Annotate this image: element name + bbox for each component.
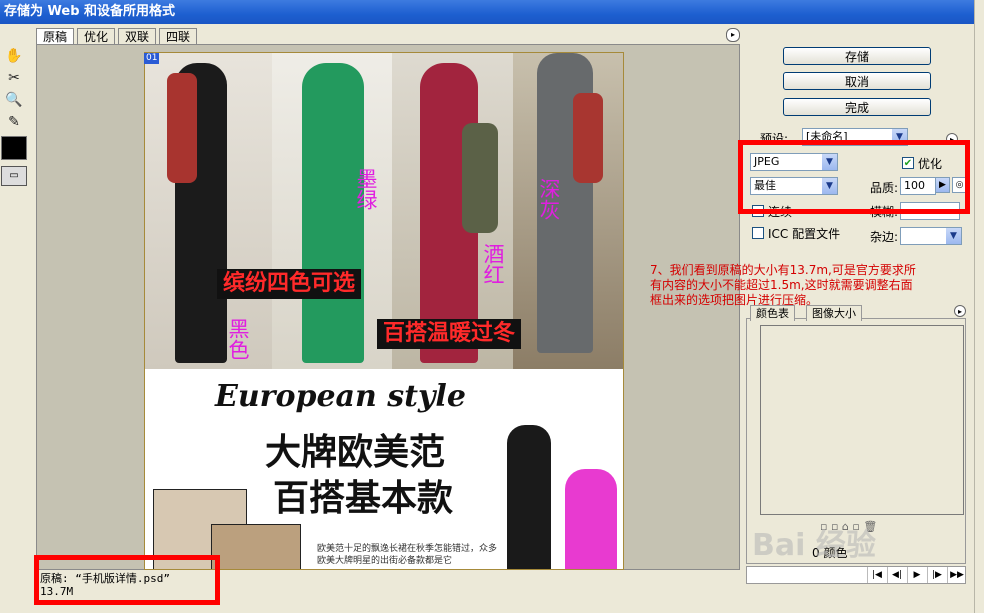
model-pink-dress: [565, 469, 617, 569]
product-lower-section: European style 大牌欧美范 百搭基本款 欧美范十足的飘逸长裙在秋季…: [145, 369, 623, 569]
caption-dark-green: 墨绿: [354, 168, 378, 210]
play-icon[interactable]: ▶: [907, 567, 926, 583]
highlight-box-original-size: [34, 555, 220, 605]
matte-select[interactable]: ▼: [900, 227, 962, 245]
zoom-tool-icon[interactable]: 🔍: [3, 90, 25, 110]
save-button[interactable]: 存储: [783, 47, 931, 65]
last-frame-icon[interactable]: ▶▶: [947, 567, 966, 583]
chevron-down-icon: ▼: [946, 228, 961, 244]
hand-tool-icon[interactable]: ✋: [3, 46, 25, 66]
banner-warm-winter: 百搭温暖过冬: [377, 319, 522, 349]
toggle-slices-visibility-icon[interactable]: ▭: [1, 166, 27, 186]
photo-green-dress: [272, 53, 392, 369]
icc-profile-checkbox[interactable]: [752, 227, 764, 239]
highlight-box-options: [738, 140, 970, 214]
tab-2-up[interactable]: 双联: [118, 28, 157, 45]
european-style-heading: European style: [215, 379, 466, 414]
caption-black: 黑色: [226, 318, 250, 360]
tab-optimized[interactable]: 优化: [77, 28, 116, 45]
tool-palette: ✋ ✂ 🔍 ✎: [0, 44, 28, 613]
icc-profile-label: ICC 配置文件: [768, 227, 841, 241]
matte-label: 杂边:: [870, 230, 899, 244]
banner-four-colors: 缤纷四色可选: [217, 269, 362, 299]
tutorial-annotation: 7、我们看到原稿的大小有13.7m,可是官方要求所有内容的大小不能超过1.5m,…: [650, 263, 916, 307]
slice-number-badge: 01: [144, 53, 160, 64]
done-button[interactable]: 完成: [783, 98, 931, 116]
animation-nav-bar: |◀ ◀| ▶ |▶ ▶▶: [746, 566, 966, 584]
caption-wine-red: 酒红: [481, 243, 505, 285]
eyedropper-color-swatch[interactable]: [1, 136, 27, 160]
color-table-grid[interactable]: [760, 325, 964, 515]
first-frame-icon[interactable]: |◀: [867, 567, 886, 583]
photo-black-dress: [145, 53, 272, 369]
tab-4-up[interactable]: 四联: [159, 28, 198, 45]
caption-dark-gray: 深灰: [537, 178, 561, 220]
model-photo-hat: [211, 524, 301, 569]
next-frame-icon[interactable]: |▶: [927, 567, 946, 583]
prev-frame-icon[interactable]: ◀|: [887, 567, 906, 583]
tab-image-size[interactable]: 图像大小: [806, 305, 862, 321]
slice-select-tool-icon[interactable]: ✂: [3, 68, 25, 88]
product-photo-strip: 墨绿 深灰 酒红 黑色 缤纷四色可选 百搭温暖过冬: [145, 53, 623, 369]
eyedropper-tool-icon[interactable]: ✎: [3, 112, 25, 132]
preview-menu-icon[interactable]: ▸: [726, 28, 740, 42]
baidu-watermark: Bai 经验: [752, 528, 876, 563]
product-description: 欧美范十足的飘逸长裙在秋季怎能错过，众多欧美大牌明星的出街必备款都是它: [317, 544, 498, 566]
tab-original[interactable]: 原稿: [36, 28, 75, 45]
headline-brand-style: 大牌欧美范: [265, 431, 446, 473]
photo-gray-dress: [513, 53, 623, 369]
cancel-button[interactable]: 取消: [783, 72, 931, 90]
model-black-dress: [507, 425, 551, 569]
tab-color-table[interactable]: 颜色表: [750, 305, 795, 321]
color-table-menu-icon[interactable]: ▸: [954, 305, 966, 317]
window-title: 存储为 Web 和设备所用格式: [0, 0, 984, 24]
right-edge-scrollbar[interactable]: [974, 0, 984, 613]
preview-image: 墨绿 深灰 酒红 黑色 缤纷四色可选 百搭温暖过冬 European style…: [144, 52, 624, 570]
headline-basic-style: 百搭基本款: [273, 477, 454, 519]
